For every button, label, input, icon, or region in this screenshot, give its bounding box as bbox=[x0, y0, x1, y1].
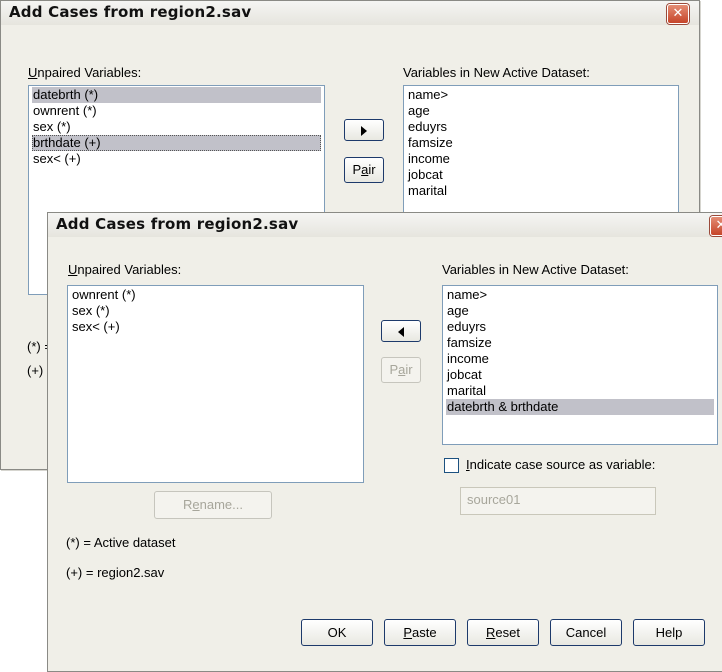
arrow-left-icon bbox=[398, 327, 404, 337]
list-item[interactable]: sex< (+) bbox=[71, 319, 363, 335]
list-item[interactable]: ownrent (*) bbox=[71, 287, 363, 303]
cancel-button[interactable]: Cancel bbox=[550, 619, 622, 646]
help-button[interactable]: Help bbox=[633, 619, 705, 646]
front-unpaired-list[interactable]: ownrent (*) sex (*) sex< (+) bbox=[67, 285, 364, 483]
front-new-dataset-label: Variables in New Active Dataset: bbox=[442, 262, 629, 277]
ok-button[interactable]: OK bbox=[301, 619, 373, 646]
front-pair-button[interactable]: Pair bbox=[381, 357, 421, 383]
front-move-left-button[interactable] bbox=[381, 320, 421, 342]
list-item[interactable]: datebrth (*) bbox=[32, 87, 321, 103]
back-dialog-title: Add Cases from region2.sav bbox=[9, 3, 252, 21]
list-item[interactable]: datebrth & brthdate bbox=[446, 399, 714, 415]
list-item[interactable]: jobcat bbox=[407, 167, 678, 183]
front-dialog: Add Cases from region2.sav ✕ Unpaired Va… bbox=[47, 212, 722, 672]
list-item[interactable]: eduyrs bbox=[446, 319, 717, 335]
rename-button[interactable]: Rename... bbox=[154, 491, 272, 519]
list-item[interactable]: name> bbox=[407, 87, 678, 103]
back-legend-region: (+) bbox=[27, 363, 44, 378]
indicate-source-checkbox[interactable] bbox=[444, 458, 459, 473]
arrow-right-icon bbox=[361, 126, 367, 136]
list-item[interactable]: eduyrs bbox=[407, 119, 678, 135]
back-move-right-button[interactable] bbox=[344, 119, 384, 141]
back-pair-button[interactable]: Pair bbox=[344, 157, 384, 183]
list-item[interactable]: age bbox=[446, 303, 717, 319]
front-close-icon[interactable]: ✕ bbox=[710, 216, 722, 236]
list-item[interactable]: jobcat bbox=[446, 367, 717, 383]
list-item[interactable]: income bbox=[407, 151, 678, 167]
back-unpaired-label: Unpaired Variables: bbox=[28, 65, 142, 80]
list-item[interactable]: famsize bbox=[407, 135, 678, 151]
back-close-icon[interactable]: ✕ bbox=[667, 4, 689, 24]
list-item[interactable]: sex (*) bbox=[71, 303, 363, 319]
back-new-dataset-list[interactable]: name> age eduyrs famsize income jobcat m… bbox=[403, 85, 679, 215]
list-item[interactable]: marital bbox=[446, 383, 717, 399]
front-new-dataset-list[interactable]: name> age eduyrs famsize income jobcat m… bbox=[442, 285, 718, 445]
source-variable-input[interactable]: source01 bbox=[460, 487, 656, 515]
front-unpaired-label: Unpaired Variables: bbox=[68, 262, 182, 277]
list-item[interactable]: income bbox=[446, 351, 717, 367]
list-item[interactable]: name> bbox=[446, 287, 717, 303]
legend-region-dataset: (+) = region2.sav bbox=[66, 565, 165, 580]
list-item[interactable]: ownrent (*) bbox=[32, 103, 324, 119]
front-dialog-title: Add Cases from region2.sav bbox=[56, 215, 299, 233]
list-item[interactable]: famsize bbox=[446, 335, 717, 351]
list-item[interactable]: marital bbox=[407, 183, 678, 199]
back-titlebar[interactable]: Add Cases from region2.sav ✕ bbox=[1, 1, 699, 25]
back-new-dataset-label: Variables in New Active Dataset: bbox=[403, 65, 590, 80]
reset-button[interactable]: Reset bbox=[467, 619, 539, 646]
legend-active-dataset: (*) = Active dataset bbox=[66, 535, 176, 550]
indicate-source-label: Indicate case source as variable: bbox=[466, 457, 656, 472]
paste-button[interactable]: Paste bbox=[384, 619, 456, 646]
list-item[interactable]: brthdate (+) bbox=[32, 135, 321, 151]
list-item[interactable]: age bbox=[407, 103, 678, 119]
front-titlebar[interactable]: Add Cases from region2.sav ✕ bbox=[48, 213, 722, 237]
list-item[interactable]: sex< (+) bbox=[32, 151, 324, 167]
list-item[interactable]: sex (*) bbox=[32, 119, 324, 135]
